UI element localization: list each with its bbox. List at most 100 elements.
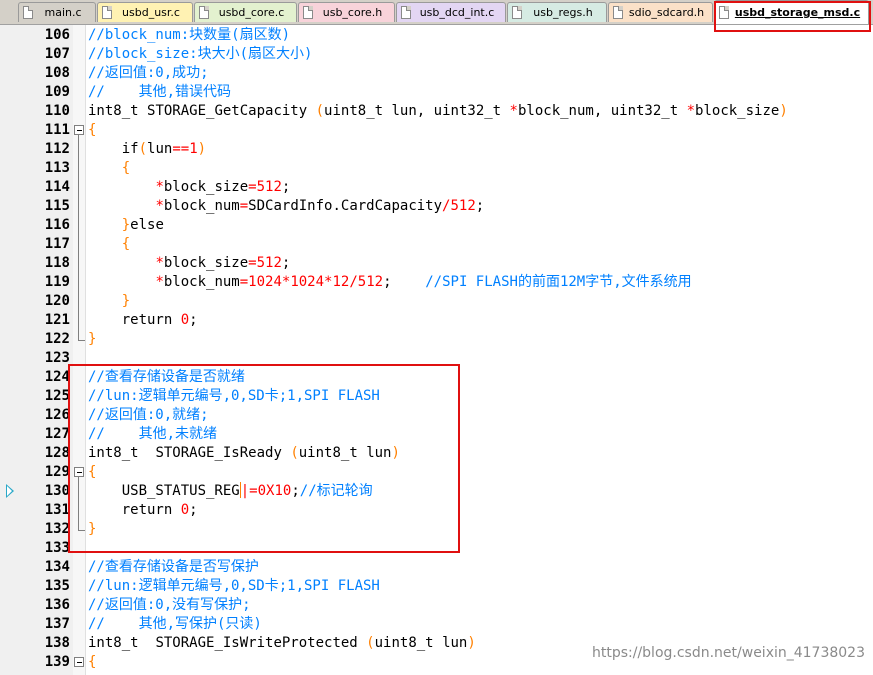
line-number: 110 <box>44 103 70 119</box>
line-number: 139 <box>44 654 70 670</box>
fold-marker <box>74 26 84 45</box>
line-number: 118 <box>44 255 70 271</box>
line-number: 138 <box>44 635 70 651</box>
line-number: 128 <box>44 445 70 461</box>
code-text: //block_num:块数量(扇区数) <box>88 27 291 43</box>
watermark: https://blog.csdn.net/weixin_41738023 <box>591 645 865 661</box>
code-line[interactable]: 112 if(lun==1) <box>0 140 873 159</box>
code-text: *block_num=SDCardInfo.CardCapacity/512; <box>155 198 485 214</box>
tab-usb-core-h[interactable]: usb_core.h <box>298 2 395 22</box>
code-text: if(lun==1) <box>121 141 207 157</box>
tab-usbd-core-c[interactable]: usbd_core.c <box>194 2 297 22</box>
fold-marker <box>74 197 84 216</box>
tab-usb-regs-h[interactable]: usb_regs.h <box>507 2 607 22</box>
line-number: 129 <box>44 464 70 480</box>
code-text: }else <box>121 217 164 233</box>
code-line[interactable]: 135 //lun:逻辑单元编号,0,SD卡;1,SPI FLASH <box>0 577 873 596</box>
line-number: 114 <box>44 179 70 195</box>
code-text: { <box>121 236 131 252</box>
code-line[interactable]: 119 *block_num=1024*1024*12/512; //SPI F… <box>0 273 873 292</box>
code-line[interactable]: 111 { <box>0 121 873 140</box>
fold-marker[interactable] <box>74 653 84 672</box>
tab-label: usbd_usr.c <box>122 6 180 19</box>
line-number: 117 <box>44 236 70 252</box>
line-number: 130 <box>44 483 70 499</box>
code-text: //block_size:块大小(扇区大小) <box>88 46 313 62</box>
line-number: 116 <box>44 217 70 233</box>
code-line[interactable]: 116 }else <box>0 216 873 235</box>
collapse-toggle-icon[interactable] <box>74 125 84 135</box>
line-number: 134 <box>44 559 70 575</box>
tab-usb-dcd-int-c[interactable]: usb_dcd_int.c <box>396 2 506 22</box>
code-line[interactable]: 109 // 其他,错误代码 <box>0 83 873 102</box>
line-number: 127 <box>44 426 70 442</box>
code-text: { <box>121 160 131 176</box>
fold-marker <box>74 634 84 653</box>
line-number: 109 <box>44 84 70 100</box>
code-line[interactable]: 114 *block_size=512; <box>0 178 873 197</box>
line-number: 125 <box>44 388 70 404</box>
fold-marker <box>74 45 84 64</box>
fold-marker <box>74 273 84 292</box>
fold-marker <box>74 102 84 121</box>
tab-label: sdio_sdcard.h <box>628 6 705 19</box>
fold-marker <box>74 178 84 197</box>
code-line[interactable]: 107 //block_size:块大小(扇区大小) <box>0 45 873 64</box>
code-line[interactable]: 120 } <box>0 292 873 311</box>
line-number: 107 <box>44 46 70 62</box>
line-number: 137 <box>44 616 70 632</box>
line-number: 122 <box>44 331 70 347</box>
fold-marker[interactable] <box>74 121 84 140</box>
code-line[interactable]: 118 *block_size=512; <box>0 254 873 273</box>
tab-main-c[interactable]: main.c <box>18 2 96 22</box>
line-number: 132 <box>44 521 70 537</box>
code-text: int8_t STORAGE_GetCapacity (uint8_t lun,… <box>88 103 788 119</box>
code-text: } <box>121 293 131 309</box>
fold-marker <box>74 311 84 330</box>
line-number: 113 <box>44 160 70 176</box>
line-number: 111 <box>44 122 70 138</box>
code-text: return 0; <box>121 312 198 328</box>
code-line[interactable]: 137 // 其他,写保护(只读) <box>0 615 873 634</box>
code-line[interactable]: 115 *block_num=SDCardInfo.CardCapacity/5… <box>0 197 873 216</box>
code-line[interactable]: 117 { <box>0 235 873 254</box>
collapse-toggle-icon[interactable] <box>74 657 84 667</box>
line-number: 112 <box>44 141 70 157</box>
code-line[interactable]: 113 { <box>0 159 873 178</box>
line-number: 119 <box>44 274 70 290</box>
code-text: } <box>88 331 97 347</box>
code-text: //返回值:0,没有写保护; <box>88 597 251 613</box>
code-line[interactable]: 121 return 0; <box>0 311 873 330</box>
code-text: // 其他,写保护(只读) <box>88 616 262 632</box>
line-number: 133 <box>44 540 70 556</box>
tab-label: usb_core.h <box>322 6 383 19</box>
fold-marker <box>74 577 84 596</box>
code-text: //lun:逻辑单元编号,0,SD卡;1,SPI FLASH <box>88 578 380 594</box>
code-text: // 其他,错误代码 <box>88 84 232 100</box>
tab-usbd-usr-c[interactable]: usbd_usr.c <box>97 2 193 22</box>
line-number: 136 <box>44 597 70 613</box>
line-number: 120 <box>44 293 70 309</box>
line-number: 108 <box>44 65 70 81</box>
code-line[interactable]: 110 int8_t STORAGE_GetCapacity (uint8_t l… <box>0 102 873 121</box>
code-line[interactable]: 122} <box>0 330 873 349</box>
fold-marker <box>74 292 84 311</box>
fold-marker <box>74 216 84 235</box>
line-number: 123 <box>44 350 70 366</box>
code-line[interactable]: 108 //返回值:0,成功; <box>0 64 873 83</box>
fold-marker[interactable] <box>74 159 84 178</box>
code-text: //返回值:0,成功; <box>88 65 209 81</box>
code-line[interactable]: 134 //查看存储设备是否写保护 <box>0 558 873 577</box>
code-line[interactable]: 136 //返回值:0,没有写保护; <box>0 596 873 615</box>
fold-marker <box>74 254 84 273</box>
code-editor[interactable]: 106 //block_num:块数量(扇区数) 107 //block_size:块… <box>0 25 873 675</box>
tab-sdio-sdcard-h[interactable]: sdio_sdcard.h <box>608 2 713 22</box>
code-text: *block_size=512; <box>155 255 291 271</box>
fold-marker <box>74 140 84 159</box>
fold-marker[interactable] <box>74 235 84 254</box>
tab-label: usbd_core.c <box>218 6 285 19</box>
highlight-box-active-tab <box>714 1 871 32</box>
line-number: 106 <box>44 27 70 43</box>
highlight-box-isready-function <box>68 364 460 553</box>
code-text: int8_t STORAGE_IsWriteProtected (uint8_t… <box>88 635 476 651</box>
